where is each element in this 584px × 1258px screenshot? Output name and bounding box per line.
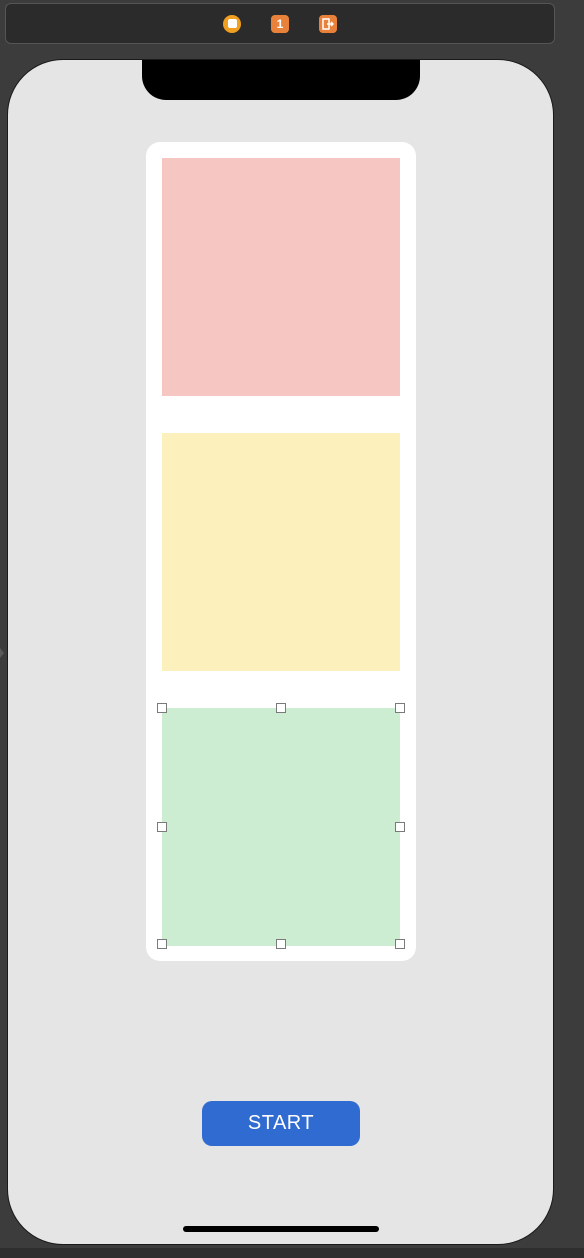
device-notch bbox=[142, 60, 420, 100]
home-indicator bbox=[183, 1226, 379, 1232]
resize-handle-top-left[interactable] bbox=[157, 703, 167, 713]
resize-handle-top[interactable] bbox=[276, 703, 286, 713]
traffic-light-stack-view[interactable] bbox=[146, 142, 416, 961]
first-responder-icon-glyph: 1 bbox=[271, 14, 289, 33]
exit-icon-glyph bbox=[319, 14, 337, 33]
resize-handle-top-right[interactable] bbox=[395, 703, 405, 713]
exit-icon[interactable] bbox=[318, 14, 338, 34]
start-button[interactable]: START bbox=[202, 1101, 360, 1146]
resize-handle-bottom-right[interactable] bbox=[395, 939, 405, 949]
scene-dock: 1 bbox=[5, 3, 555, 44]
red-light-view[interactable] bbox=[162, 158, 400, 396]
resize-handle-left[interactable] bbox=[157, 822, 167, 832]
resize-handle-bottom-left[interactable] bbox=[157, 939, 167, 949]
resize-handle-right[interactable] bbox=[395, 822, 405, 832]
view-controller-icon[interactable] bbox=[222, 14, 242, 34]
green-light-view[interactable] bbox=[162, 708, 400, 946]
view-controller-icon-glyph bbox=[223, 14, 241, 33]
yellow-light-view[interactable] bbox=[162, 433, 400, 671]
iphone-device-frame: START bbox=[7, 59, 554, 1245]
interface-builder-canvas: 1 START bbox=[0, 0, 584, 1258]
exit-arrow-icon bbox=[322, 17, 334, 30]
first-responder-icon[interactable]: 1 bbox=[270, 14, 290, 34]
canvas-bottom-bar bbox=[0, 1248, 584, 1258]
resize-handle-bottom[interactable] bbox=[276, 939, 286, 949]
canvas-edge-marker bbox=[0, 648, 4, 658]
